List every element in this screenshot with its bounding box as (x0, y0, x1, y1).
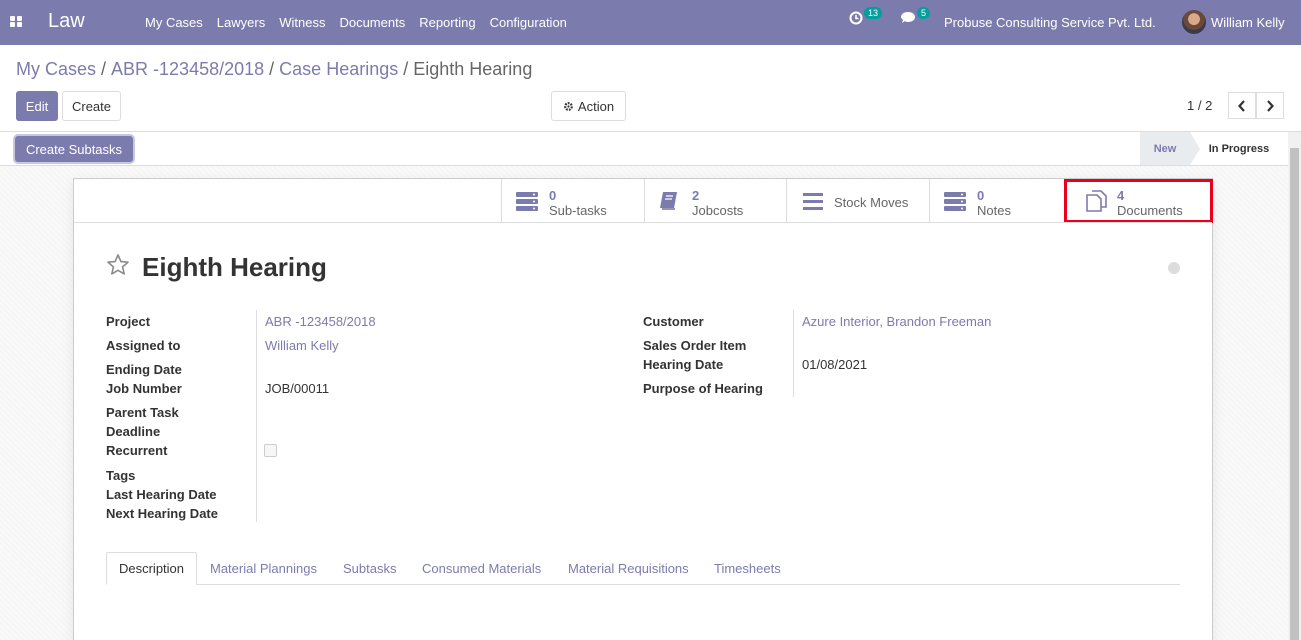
notes-smart-button[interactable]: 0 Notes (929, 179, 1064, 222)
breadcrumb-current: Eighth Hearing (413, 59, 533, 79)
clock-icon (849, 11, 863, 25)
list-icon (803, 193, 823, 210)
record-title[interactable]: Eighth Hearing (142, 252, 327, 283)
stage-new[interactable]: New (1140, 132, 1200, 165)
chevron-left-icon (1238, 99, 1245, 112)
create-button[interactable]: Create (62, 91, 121, 121)
star-icon[interactable] (106, 253, 130, 277)
scrollbar-thumb[interactable] (1290, 148, 1299, 640)
activity-count-badge: 13 (864, 7, 883, 19)
menu-lawyers[interactable]: Lawyers (217, 15, 265, 30)
message-count-badge: 5 (917, 7, 931, 19)
pager-next-button[interactable] (1256, 92, 1284, 119)
stage-in-progress[interactable]: In Progress (1190, 132, 1288, 165)
jobcosts-smart-button[interactable]: 2 Jobcosts (644, 179, 786, 222)
menu-configuration[interactable]: Configuration (490, 15, 567, 30)
tab-material-plannings[interactable]: Material Plannings (210, 552, 317, 585)
activity-button[interactable]: 13 (849, 7, 883, 25)
notes-count: 0 (977, 188, 985, 203)
tab-subtasks[interactable]: Subtasks (343, 552, 396, 585)
tab-timesheets[interactable]: Timesheets (714, 552, 781, 585)
stock-moves-label: Stock Moves (834, 195, 909, 210)
deadline-label: Deadline (106, 424, 161, 439)
tab-description[interactable]: Description (106, 552, 197, 585)
breadcrumb-project[interactable]: ABR -123458/2018 (111, 59, 264, 79)
breadcrumb-my-cases[interactable]: My Cases (16, 59, 96, 79)
menu-documents[interactable]: Documents (339, 15, 405, 30)
recurrent-checkbox[interactable] (264, 444, 277, 457)
job-number-value[interactable]: JOB/00011 (265, 381, 329, 396)
pager-value[interactable]: 1 / 2 (1187, 98, 1212, 113)
customer-label: Customer (643, 314, 704, 329)
last-hearing-date-label: Last Hearing Date (106, 487, 217, 502)
gear-icon (564, 101, 573, 111)
jobcosts-count: 2 (692, 188, 700, 203)
purpose-of-hearing-label: Purpose of Hearing (643, 381, 763, 396)
top-navbar: Law My Cases Lawyers Witness Documents R… (0, 0, 1301, 45)
assigned-to-value[interactable]: William Kelly (265, 338, 339, 353)
server-icon (944, 192, 966, 211)
button-box-divider (74, 222, 1212, 223)
menu-my-cases[interactable]: My Cases (145, 15, 203, 30)
parent-task-label: Parent Task (106, 405, 179, 420)
tab-material-requisitions[interactable]: Material Requisitions (568, 552, 689, 585)
menu-witness[interactable]: Witness (279, 15, 325, 30)
hearing-date-label: Hearing Date (643, 357, 724, 372)
customer-value[interactable]: Azure Interior, Brandon Freeman (802, 314, 991, 329)
pager-previous-button[interactable] (1228, 92, 1256, 119)
project-label: Project (106, 314, 151, 329)
tags-label: Tags (106, 468, 136, 483)
jobcosts-label: Jobcosts (692, 203, 744, 218)
left-group-separator (256, 310, 257, 522)
main-menu: My Cases Lawyers Witness Documents Repor… (145, 15, 581, 30)
notes-label: Notes (977, 203, 1011, 218)
create-subtasks-button[interactable]: Create Subtasks (15, 136, 133, 162)
subtasks-count: 0 (549, 188, 557, 203)
apps-menu-icon[interactable] (10, 16, 23, 28)
book-icon (660, 192, 677, 210)
hearing-date-value[interactable]: 01/08/2021 (802, 357, 867, 372)
action-button[interactable]: Action (551, 91, 626, 121)
stock-moves-smart-button[interactable]: Stock Moves (786, 179, 929, 222)
assigned-to-label: Assigned to (106, 338, 181, 353)
subtasks-label: Sub-tasks (549, 203, 607, 218)
app-brand[interactable]: Law (48, 10, 85, 33)
messaging-button[interactable]: 5 (900, 7, 931, 25)
action-label: Action (577, 98, 615, 114)
sales-order-item-label: Sales Order Item (643, 338, 747, 353)
next-hearing-date-label: Next Hearing Date (106, 506, 218, 521)
documents-highlight-box (1064, 179, 1213, 223)
recurrent-label: Recurrent (106, 443, 168, 458)
user-avatar[interactable] (1182, 10, 1206, 34)
server-icon (516, 192, 538, 211)
edit-button[interactable]: Edit (16, 91, 58, 121)
breadcrumb-case-hearings[interactable]: Case Hearings (279, 59, 398, 79)
tab-consumed-materials[interactable]: Consumed Materials (422, 552, 541, 585)
subtasks-smart-button[interactable]: 0 Sub-tasks (501, 179, 644, 222)
company-switcher[interactable]: Probuse Consulting Service Pvt. Ltd. (944, 15, 1156, 30)
chat-bubble-icon (901, 12, 915, 23)
breadcrumb: My Cases / ABR -123458/2018/Case Hearings /… (16, 59, 533, 79)
kanban-state-icon[interactable] (1168, 262, 1180, 274)
ending-date-label: Ending Date (106, 362, 182, 377)
right-group-separator (793, 310, 794, 397)
menu-reporting[interactable]: Reporting (419, 15, 475, 30)
project-value[interactable]: ABR -123458/2018 (265, 314, 376, 329)
user-menu[interactable]: William Kelly (1211, 15, 1285, 30)
chevron-right-icon (1267, 99, 1274, 112)
form-statusbar (0, 131, 1301, 166)
job-number-label: Job Number (106, 381, 182, 396)
